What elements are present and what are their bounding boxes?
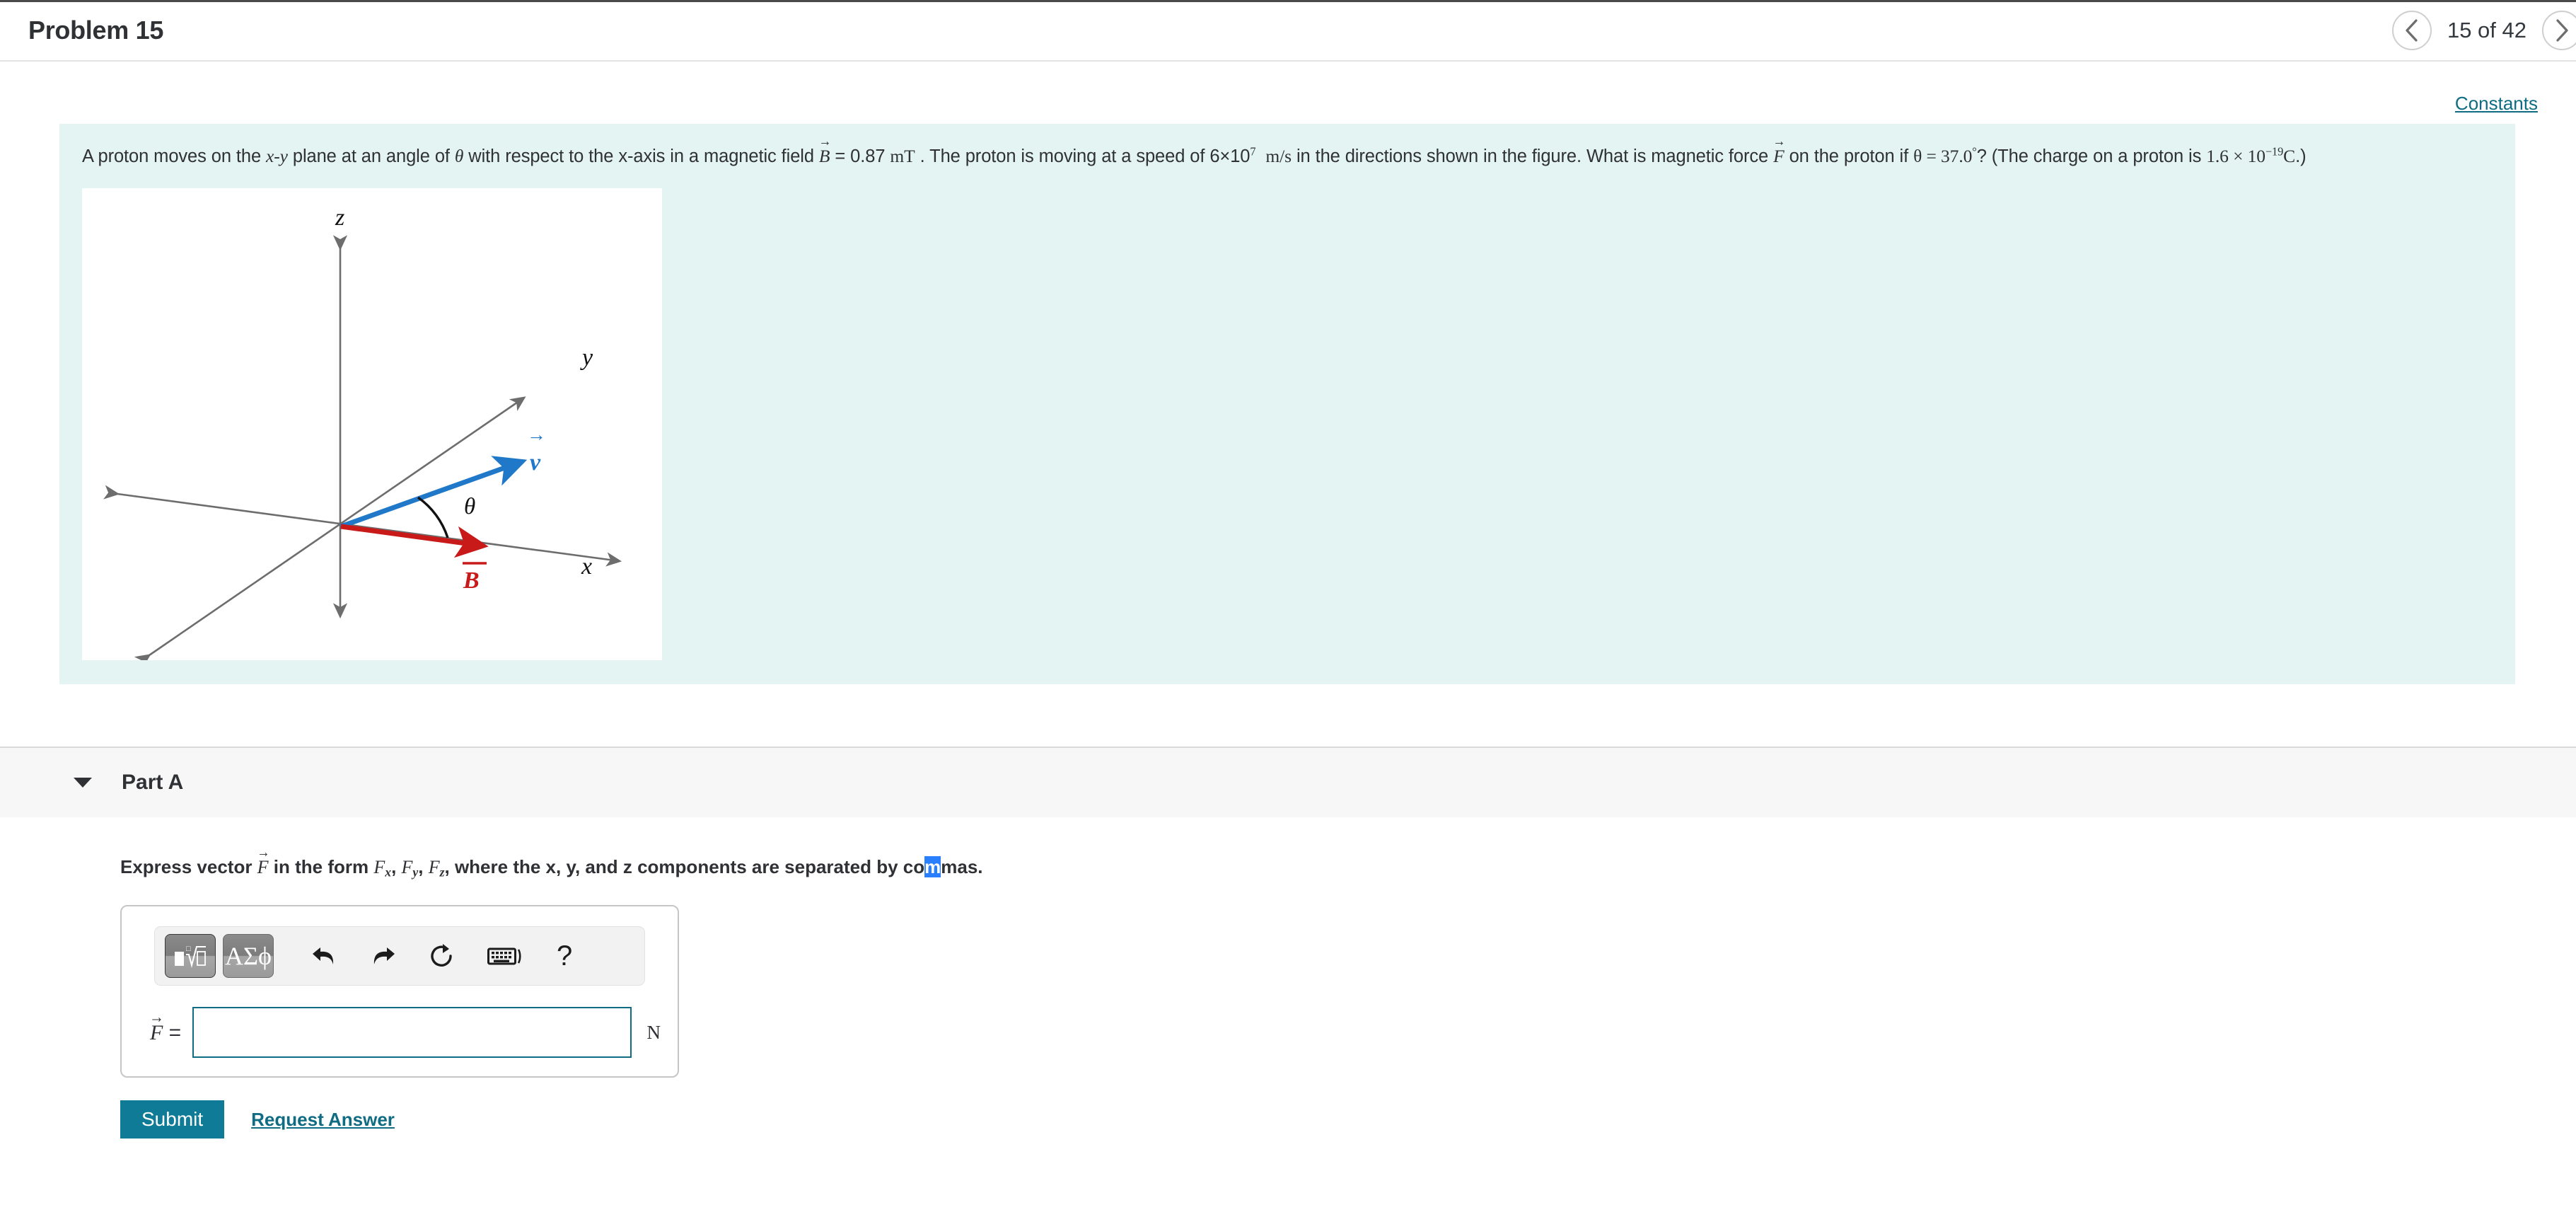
b-field-vector-arrow	[340, 524, 489, 558]
millitesla-unit: mT	[890, 146, 915, 166]
component-fz-subscript: z	[439, 865, 445, 880]
answer-input[interactable]	[192, 1007, 632, 1059]
problem-counter: 15 of 42	[2447, 17, 2526, 42]
problem-navigation: 15 of 42	[2391, 10, 2576, 50]
part-a-body: Express vector F in the form Fx, Fy, Fz,…	[0, 817, 2576, 1139]
velocity-vector-arrow-accent: →	[527, 424, 546, 445]
redo-button[interactable]	[357, 943, 410, 969]
speed-exponent: 7	[1250, 144, 1256, 158]
statement-part-5: . The proton is moving at a speed of 6×1…	[915, 146, 1251, 166]
axis-line-y	[134, 396, 526, 660]
statement-part-8: ? (The charge on a proton is	[1976, 146, 2207, 166]
component-fx-subscript: x	[385, 865, 392, 880]
statement-part-6: in the directions shown in the figure. W…	[1291, 146, 1774, 166]
constants-row: Constants	[0, 62, 2576, 124]
redo-icon	[373, 947, 395, 965]
component-fy: F	[401, 856, 413, 877]
b-field-vector-symbol: B	[819, 142, 830, 170]
prompt-force-vector-symbol: F	[257, 855, 269, 878]
theta-angle-arc	[417, 496, 449, 538]
next-problem-button[interactable]	[2542, 10, 2576, 50]
undo-button[interactable]	[298, 943, 350, 969]
statement-part-1: A proton moves on the	[82, 146, 267, 166]
chevron-left-icon	[2406, 18, 2418, 42]
keyboard-icon	[487, 947, 521, 965]
axis-label-x: x	[581, 553, 592, 580]
velocity-vector-label: v	[530, 449, 541, 475]
answer-unit-label: N	[646, 1021, 661, 1043]
request-answer-link[interactable]: Request Answer	[251, 1109, 395, 1131]
answer-force-vector-symbol: F	[150, 1020, 163, 1045]
prompt-text-tail-a: , where the x, y, and z components are s…	[444, 855, 925, 877]
reset-circular-arrow-icon	[431, 944, 452, 967]
velocity-vector-arrow	[340, 456, 528, 529]
proton-charge-exponent: −19	[2265, 144, 2284, 158]
xy-plane-label: x-y	[266, 146, 288, 166]
top-header-bar: Problem 15 15 of 42	[0, 0, 2576, 62]
template-math-icon: □	[175, 945, 206, 969]
problem-figure: z x y v → B θ	[82, 188, 662, 660]
math-editor-toolbar: □ ΑΣϕ ?	[154, 926, 645, 986]
theta-value: θ = 37.0	[1913, 146, 1973, 166]
svg-text:□: □	[186, 945, 191, 953]
answer-input-row: F = N	[139, 1007, 661, 1059]
prompt-text-pre: Express vector	[120, 855, 257, 877]
axis-label-y: y	[580, 345, 593, 371]
help-button[interactable]: ?	[544, 942, 575, 970]
prompt-text-tail-b: mas.	[941, 855, 983, 877]
force-vector-symbol: F	[1773, 142, 1785, 170]
meters-per-second-unit: m/s	[1265, 146, 1292, 166]
problem-statement: A proton moves on the x-y plane at an an…	[82, 142, 2493, 170]
component-fz: F	[428, 856, 440, 877]
coulomb-unit: C	[2283, 146, 2296, 166]
math-templates-button[interactable]: □	[165, 934, 216, 979]
greek-symbols-label: ΑΣϕ	[225, 942, 272, 971]
component-fx: F	[373, 856, 385, 877]
statement-part-3: with respect to the x-axis in a magnetic…	[463, 146, 819, 166]
text-selection-highlight: m	[924, 855, 941, 877]
answer-actions-row: Submit Request Answer	[120, 1100, 2576, 1139]
reset-button[interactable]	[417, 943, 468, 969]
caret-down-icon[interactable]	[74, 777, 92, 788]
part-a-section-header[interactable]: Part A	[0, 746, 2576, 817]
page-title: Problem 15	[28, 15, 164, 45]
keyboard-shortcuts-button[interactable]	[475, 944, 537, 968]
part-a-prompt: Express vector F in the form Fx, Fy, Fz,…	[120, 855, 2576, 880]
proton-charge-value: 1.6 × 10	[2206, 146, 2265, 166]
statement-part-4: = 0.87	[830, 146, 890, 166]
answer-equals-sign: =	[168, 1021, 182, 1045]
constants-link[interactable]: Constants	[2455, 93, 2538, 115]
part-a-title: Part A	[122, 770, 184, 794]
previous-problem-button[interactable]	[2391, 10, 2432, 50]
problem-panel: A proton moves on the x-y plane at an an…	[59, 124, 2515, 684]
axis-label-z: z	[335, 204, 344, 231]
chevron-right-icon	[2556, 18, 2568, 42]
submit-button[interactable]: Submit	[120, 1100, 225, 1139]
prompt-text-mid: in the form	[268, 855, 374, 877]
undo-icon	[313, 947, 334, 965]
b-field-vector-label: B	[463, 567, 480, 594]
greek-symbols-button[interactable]: ΑΣϕ	[223, 934, 274, 979]
answer-field-label: F =	[150, 1020, 181, 1045]
theta-symbol: θ	[454, 146, 464, 166]
theta-angle-label: θ	[464, 494, 475, 519]
statement-part-2: plane at an angle of	[287, 146, 455, 166]
component-fy-subscript: y	[412, 865, 419, 880]
statement-part-7: on the proton if	[1784, 146, 1914, 166]
answer-card: □ ΑΣϕ ? F → = N	[120, 905, 679, 1078]
statement-part-9: .)	[2295, 146, 2307, 166]
